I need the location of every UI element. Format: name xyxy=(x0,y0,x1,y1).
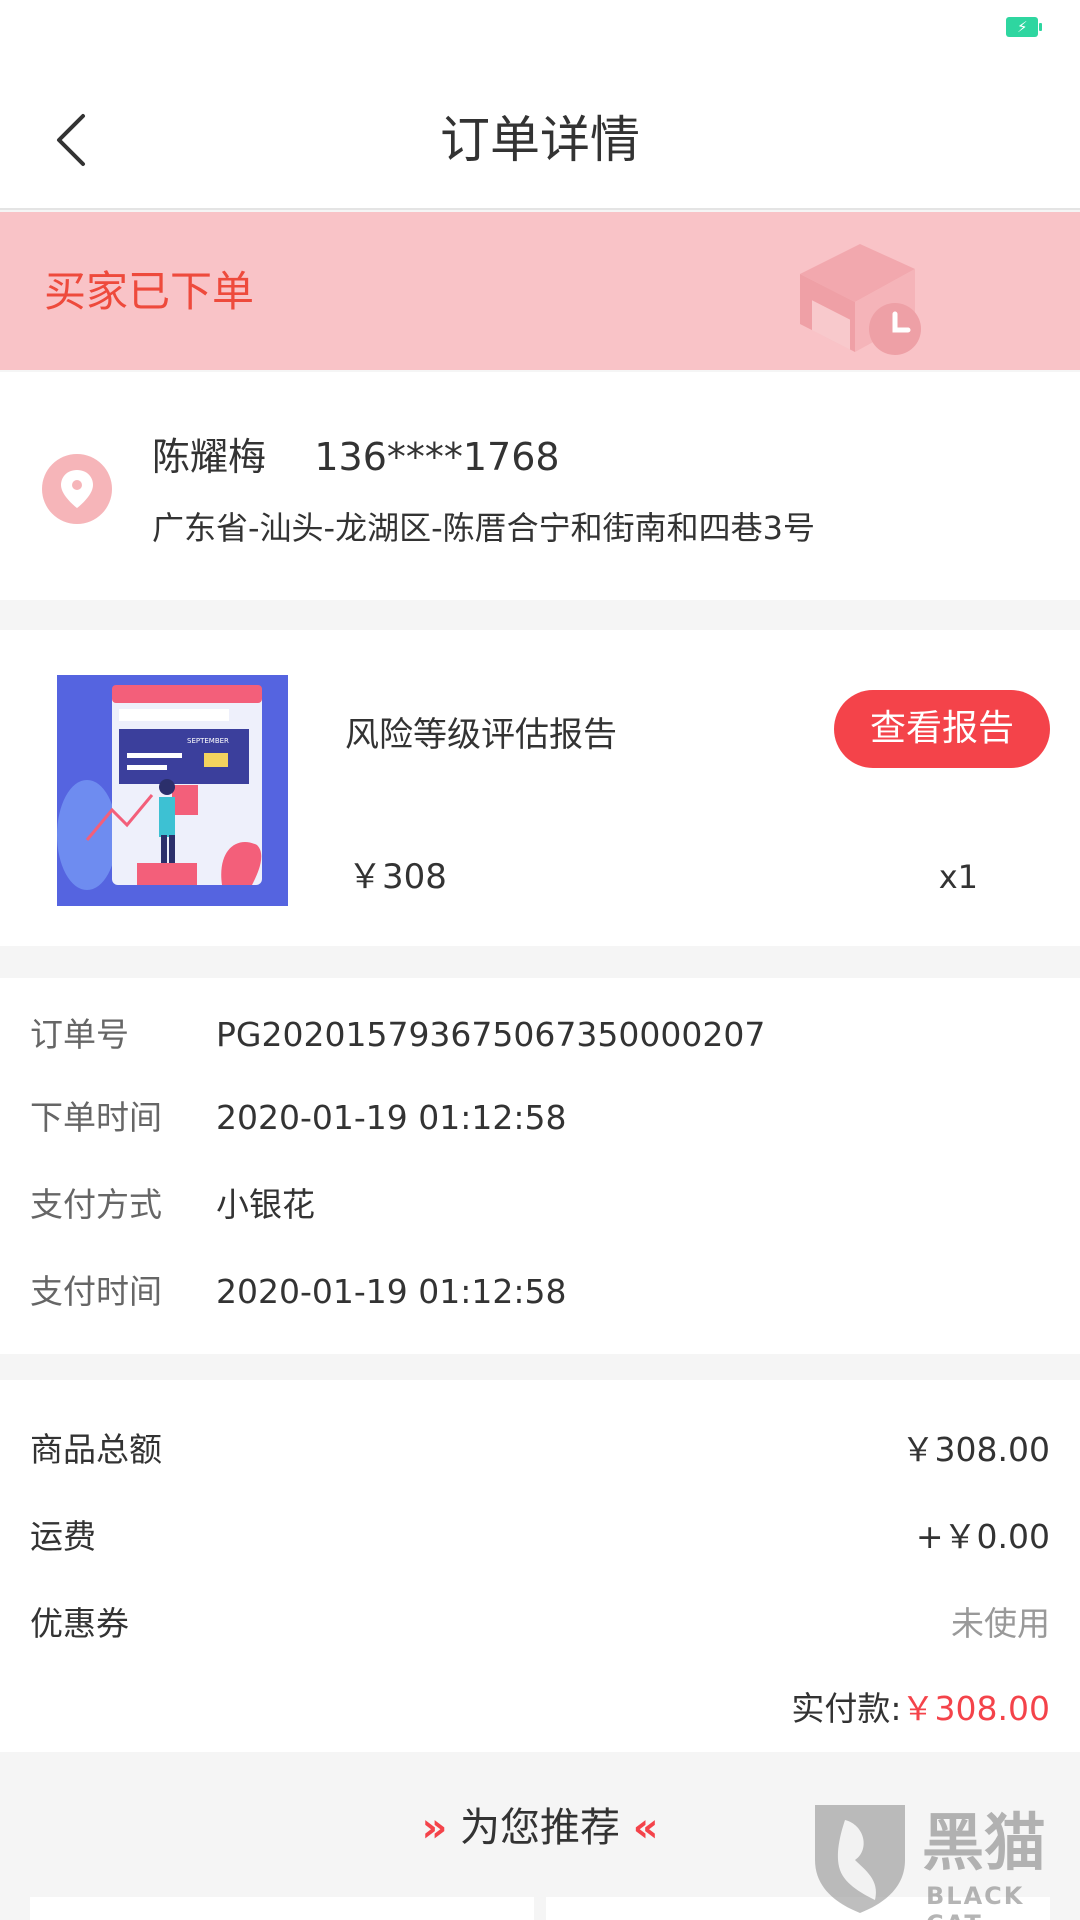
payment-method-value: 小银花 xyxy=(216,1185,315,1224)
amount-summary: 商品总额 ￥308.00 运费 +￥0.00 优惠券 未使用 实付款:￥308.… xyxy=(0,1380,1080,1752)
page-title: 订单详情 xyxy=(440,111,640,169)
coupon-row[interactable]: 优惠券 未使用 xyxy=(30,1599,1050,1649)
order-number-value[interactable]: PG20201579367506735000​0207 xyxy=(216,1010,765,1060)
shipping-value: +￥0.00 xyxy=(915,1517,1050,1556)
paid-amount: 实付款:￥308.00 xyxy=(791,1684,1050,1734)
product-name: 风险等级评估报告 xyxy=(345,715,617,755)
coupon-label: 优惠券 xyxy=(30,1604,129,1643)
recommend-card[interactable] xyxy=(30,1897,534,1920)
recipient-name: 陈耀梅 xyxy=(152,435,267,479)
order-info-section: 订单号 PG20201579367506735000​0207 下单时间 202… xyxy=(0,978,1080,1354)
goods-total-value: ￥308.00 xyxy=(901,1430,1050,1469)
order-time-value: 2020-01-19 01:12:58 xyxy=(216,1098,567,1137)
shipping-label: 运费 xyxy=(30,1517,96,1556)
info-label: 支付时间 xyxy=(30,1272,162,1311)
cat-logo-icon xyxy=(815,1805,905,1913)
package-clock-icon xyxy=(800,244,921,355)
shipping-address[interactable]: 陈耀梅 136****1768 广东省-汕头-龙湖区-陈厝合宁和街南和四巷3号 xyxy=(0,372,1080,600)
double-chevron-left-icon: « xyxy=(632,1805,659,1851)
recommend-title: 为您推荐 xyxy=(460,1805,620,1851)
thumb-calendar-text: SEPTEMBER xyxy=(187,737,229,745)
coupon-value: 未使用 xyxy=(951,1604,1050,1643)
product-quantity: x1 xyxy=(938,858,978,896)
product-price: ￥308 xyxy=(348,857,447,897)
paid-amount-row: 实付款:￥308.00 xyxy=(30,1684,1050,1734)
recipient-line: 陈耀梅 136****1768 xyxy=(152,432,560,482)
battery-icon: ⚡ xyxy=(1006,17,1042,37)
goods-total-row: 商品总额 ￥308.00 xyxy=(30,1425,1050,1475)
watermark: 黑猫 BLACK CAT xyxy=(810,1800,1080,1920)
product-item: SEPTEMBER 风险等级评估报告 查看报告 ￥308 x1 xyxy=(0,630,1080,946)
paid-label: 实付款: xyxy=(791,1689,902,1728)
info-label: 支付方式 xyxy=(30,1185,162,1224)
status-bar: ⚡ xyxy=(0,0,1080,60)
recipient-phone: 136****1768 xyxy=(314,435,560,479)
view-report-button[interactable]: 查看报告 xyxy=(834,690,1050,768)
info-label: 下单时间 xyxy=(30,1098,162,1137)
navigation-bar: 订单详情 xyxy=(0,60,1080,210)
shipping-row: 运费 +￥0.00 xyxy=(30,1512,1050,1562)
watermark-text: 黑猫 xyxy=(922,1806,1047,1879)
watermark-subtext: BLACK CAT xyxy=(926,1882,1025,1920)
location-pin-icon xyxy=(42,454,112,524)
address-text: 广东省-汕头-龙湖区-陈厝合宁和街南和四巷3号 xyxy=(152,509,816,547)
info-label: 订单号 xyxy=(30,1015,129,1054)
product-thumbnail[interactable]: SEPTEMBER xyxy=(57,675,288,906)
order-status-banner: 买家已下单 xyxy=(0,212,1080,370)
payment-time-value: 2020-01-19 01:12:58 xyxy=(216,1272,567,1311)
order-status-text: 买家已下单 xyxy=(44,267,255,316)
paid-value: ￥308.00 xyxy=(901,1689,1050,1728)
double-chevron-right-icon: » xyxy=(421,1805,448,1851)
goods-total-label: 商品总额 xyxy=(30,1430,162,1469)
